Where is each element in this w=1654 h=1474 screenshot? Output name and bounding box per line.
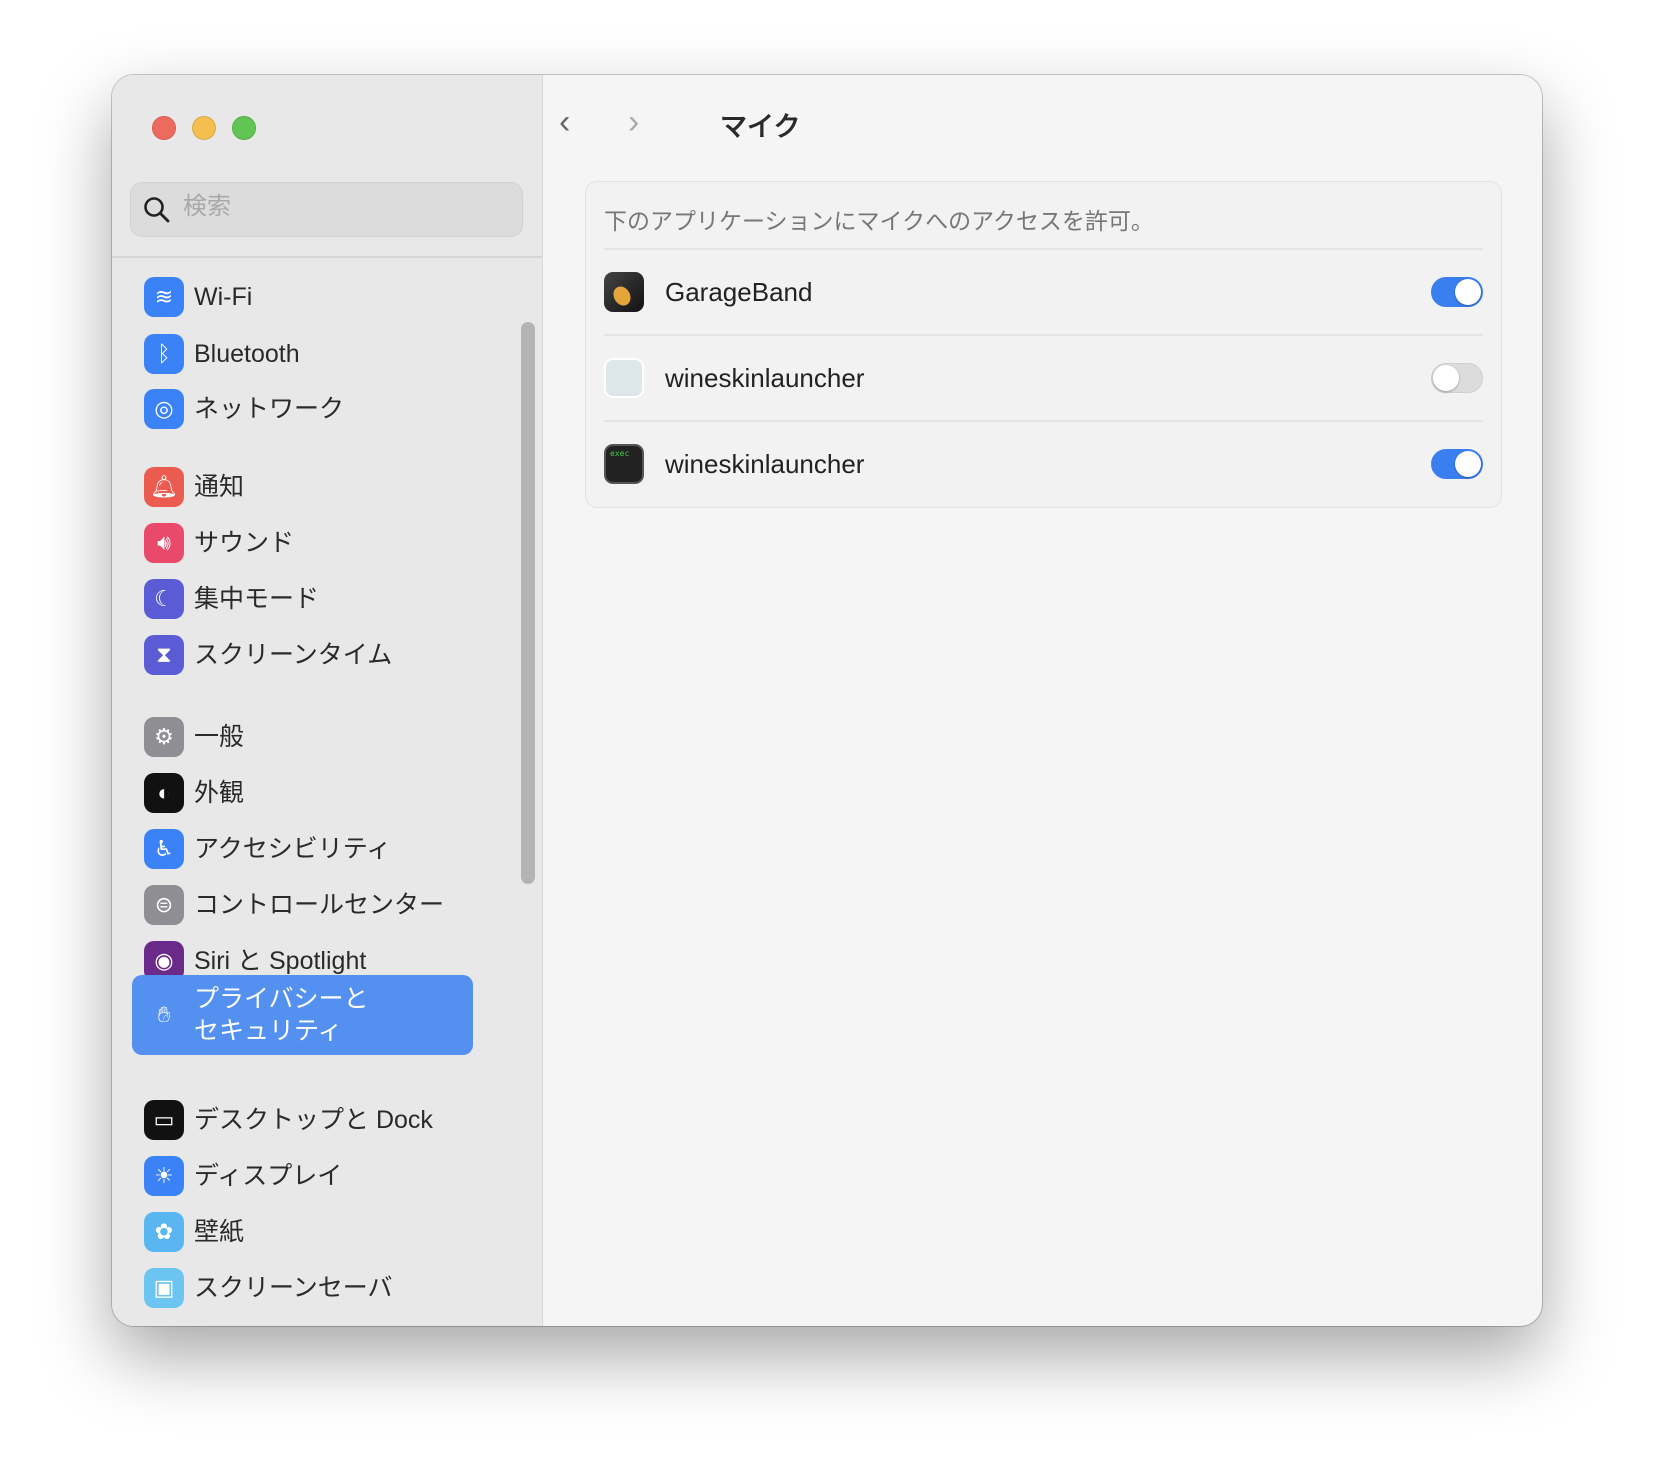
microphone-access-list: 下のアプリケーションにマイクへのアクセスを許可。 GarageBand wines… <box>585 181 1502 508</box>
sidebar-item-label: Wi-Fi <box>194 283 253 311</box>
sidebar-item[interactable]: 🔔︎ 通知 <box>132 461 473 513</box>
sidebar-item[interactable]: ♿︎ アクセシビリティ <box>132 823 473 875</box>
search-field[interactable] <box>130 182 523 237</box>
app-name: GarageBand <box>665 276 813 307</box>
sidebar-item[interactable]: ≋ Wi-Fi <box>132 271 473 323</box>
toggle-knob <box>1433 365 1459 391</box>
bell-icon: 🔔︎ <box>144 467 184 507</box>
close-button[interactable] <box>152 116 176 140</box>
sidebar: ≋ Wi-Fi ᛒ Bluetooth ◎ ネットワーク 🔔︎ 通知 🔊︎ サウンド ☾ 集中モード ⧗… <box>112 75 543 1326</box>
sidebar-divider <box>112 256 542 258</box>
search-input[interactable] <box>183 193 503 221</box>
minimize-button[interactable] <box>192 116 216 140</box>
app-row: wineskinlauncher <box>604 334 1483 420</box>
speaker-icon: 🔊︎ <box>144 523 184 563</box>
sidebar-item-label: アクセシビリティ <box>194 835 392 863</box>
sidebar-item[interactable]: ▣ スクリーンセーバ <box>132 1262 473 1314</box>
sidebar-item-label: 壁紙 <box>194 1218 245 1246</box>
screensaver-icon: ▣ <box>144 1268 184 1308</box>
wineskin-icon <box>604 358 644 398</box>
terminal-exec-icon: exec <box>604 444 644 484</box>
settings-window: ≋ Wi-Fi ᛒ Bluetooth ◎ ネットワーク 🔔︎ 通知 🔊︎ サウンド ☾ 集中モード ⧗… <box>112 75 1542 1326</box>
flower-icon: ✿ <box>144 1212 184 1252</box>
sidebar-item[interactable]: ⚙ 一般 <box>132 711 473 763</box>
sidebar-scrollbar[interactable] <box>521 322 535 884</box>
sidebar-item-label: コントロールセンター <box>194 891 445 919</box>
description: 下のアプリケーションにマイクへのアクセスを許可。 <box>604 208 1154 234</box>
sidebar-item[interactable]: 🔊︎ サウンド <box>132 517 473 569</box>
sidebar-item-label: 外観 <box>194 779 245 807</box>
microphone-access-toggle[interactable] <box>1431 449 1483 479</box>
sidebar-item-label: サウンド <box>194 529 295 557</box>
sidebar-item-label: スクリーンセーバ <box>194 1274 393 1302</box>
sidebar-item[interactable]: ✿ 壁紙 <box>132 1206 473 1258</box>
toggle-knob <box>1455 451 1481 477</box>
app-name: wineskinlauncher <box>665 448 865 479</box>
sun-icon: ☀ <box>144 1156 184 1196</box>
sidebar-item[interactable]: ☾ 集中モード <box>132 573 473 625</box>
moon-icon: ☾ <box>144 579 184 619</box>
sidebar-item[interactable]: ☀ ディスプレイ <box>132 1150 473 1202</box>
microphone-access-toggle[interactable] <box>1431 277 1483 307</box>
toggle-knob <box>1455 279 1481 305</box>
sidebar-item[interactable]: ◐ 外観 <box>132 767 473 819</box>
sidebar-item[interactable]: ✋︎ プライバシーと セキュリティ <box>132 975 473 1055</box>
bluetooth-icon: ᛒ <box>144 334 184 374</box>
sidebar-item-label: プライバシーと セキュリティ <box>194 985 369 1045</box>
sidebar-item-label: デスクトップと Dock <box>194 1106 433 1134</box>
sidebar-item[interactable]: ᛒ Bluetooth <box>132 328 473 380</box>
hourglass-icon: ⧗ <box>144 635 184 675</box>
search-icon <box>144 197 170 223</box>
app-row: exec wineskinlauncher <box>604 420 1483 506</box>
gear-icon: ⚙ <box>144 717 184 757</box>
sidebar-item[interactable]: ◎ ネットワーク <box>132 383 473 435</box>
sidebar-item[interactable]: ⊜ コントロールセンター <box>132 879 473 931</box>
switches-icon: ⊜ <box>144 885 184 925</box>
hand-icon: ✋︎ <box>157 1002 171 1027</box>
globe-icon: ◎ <box>144 389 184 429</box>
page-title: マイク <box>720 112 801 142</box>
sidebar-item[interactable]: ⧗ スクリーンタイム <box>132 629 473 681</box>
sidebar-item-label: Bluetooth <box>194 340 300 368</box>
sidebar-item-label: 通知 <box>194 473 245 501</box>
sidebar-item-label: ディスプレイ <box>194 1162 343 1190</box>
appearance-icon: ◐ <box>144 773 184 813</box>
wifi-icon: ≋ <box>144 277 184 317</box>
sidebar-item-label: 一般 <box>194 723 245 751</box>
back-button[interactable]: ‹ <box>559 103 570 142</box>
zoom-button[interactable] <box>232 116 256 140</box>
garageband-icon <box>604 272 644 312</box>
microphone-access-toggle[interactable] <box>1431 363 1483 393</box>
app-row: GarageBand <box>604 248 1483 334</box>
sidebar-item-label: Siri と Spotlight <box>194 947 367 975</box>
sidebar-item[interactable]: ▭ デスクトップと Dock <box>132 1094 473 1146</box>
sidebar-item-label: スクリーンタイム <box>194 641 393 669</box>
sidebar-item-label: ネットワーク <box>194 395 345 423</box>
app-name: wineskinlauncher <box>665 362 865 393</box>
dock-icon: ▭ <box>144 1100 184 1140</box>
forward-button[interactable]: › <box>628 103 639 142</box>
accessibility-icon: ♿︎ <box>144 829 184 869</box>
sidebar-item-label: 集中モード <box>194 585 320 613</box>
